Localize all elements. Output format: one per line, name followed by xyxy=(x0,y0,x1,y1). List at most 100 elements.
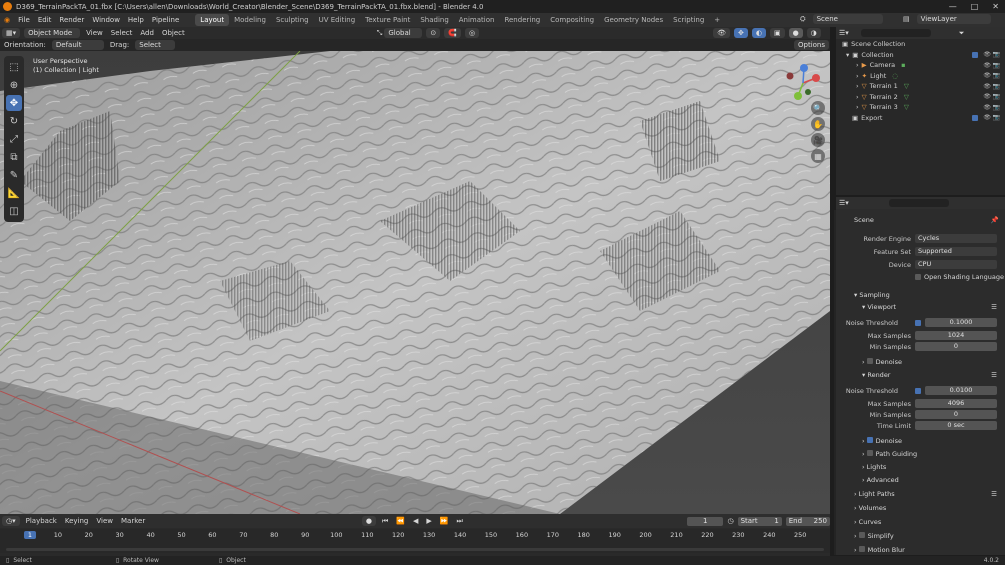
camera-view-icon[interactable]: 🎥 xyxy=(811,133,825,147)
outliner-editor-icon[interactable]: ☰▾ xyxy=(839,29,849,37)
render-camera-icon[interactable]: 📷 xyxy=(993,51,1000,58)
drag-dropdown[interactable]: Select Box xyxy=(135,40,176,59)
timeline-menu-view[interactable]: View xyxy=(92,517,117,525)
blender-menu-icon[interactable]: ◉ xyxy=(0,16,14,24)
measure-tool-icon[interactable]: 📐 xyxy=(6,185,22,201)
eye-icon[interactable]: 👁 xyxy=(983,114,991,121)
render-camera-icon[interactable]: 📷 xyxy=(993,114,1000,121)
outliner-item-collection[interactable]: ▾ ▣ Collection 👁 📷 xyxy=(836,50,1005,61)
vp-noise-threshold-field[interactable]: 0.1000 xyxy=(925,318,997,327)
r-noise-threshold-field[interactable]: 0.0100 xyxy=(925,386,997,395)
vp-max-samples-field[interactable]: 1024 xyxy=(915,331,997,340)
viewport-menu-add[interactable]: Add xyxy=(136,29,158,37)
timeline-menu-keying[interactable]: Keying xyxy=(61,517,93,525)
volumes-panel[interactable]: › Volumes xyxy=(854,504,886,512)
snap-icon[interactable]: 🧲 xyxy=(444,28,461,38)
orientation-dropdown[interactable]: Default xyxy=(51,40,104,50)
timeline-editor-icon[interactable]: ◷▾ xyxy=(2,516,20,526)
feature-set-dropdown[interactable]: Supported xyxy=(915,247,997,256)
object-mode-dropdown[interactable]: Object Mode xyxy=(24,28,81,38)
preset-list-icon[interactable]: ☰ xyxy=(991,303,997,311)
light-paths-panel[interactable]: › Light Paths xyxy=(854,490,895,498)
eye-icon[interactable]: 👁 xyxy=(983,62,991,69)
curves-panel[interactable]: › Curves xyxy=(854,518,881,526)
simplify-panel[interactable]: › Simplify xyxy=(854,531,894,540)
sampling-panel[interactable]: ▾ Sampling xyxy=(854,291,890,299)
preset-list-icon[interactable]: ☰ xyxy=(991,490,997,498)
motion-blur-panel[interactable]: › Motion Blur xyxy=(854,545,905,554)
close-icon[interactable]: ✕ xyxy=(992,2,999,11)
jump-key-forward-icon[interactable]: ⏩ xyxy=(436,517,453,525)
transform-orientation-dropdown[interactable]: Global xyxy=(384,28,423,38)
overlay-icon[interactable]: ◐ xyxy=(751,28,766,38)
viewport-menu-object[interactable]: Object xyxy=(158,29,189,37)
workspace-tab-sculpting[interactable]: Sculpting xyxy=(271,14,314,26)
outliner-item-light[interactable]: › ✦ Light ◌ 👁 📷 xyxy=(836,71,1005,82)
gizmo-icon[interactable]: ✥ xyxy=(733,28,748,38)
record-icon[interactable]: ● xyxy=(361,516,376,526)
device-dropdown[interactable]: CPU xyxy=(915,260,997,269)
r-min-samples-field[interactable]: 0 xyxy=(915,410,997,419)
jump-key-back-icon[interactable]: ⏪ xyxy=(392,517,409,525)
workspace-tab-geometry-nodes[interactable]: Geometry Nodes xyxy=(599,14,668,26)
lights-subpanel[interactable]: › Lights xyxy=(862,463,886,471)
eye-icon[interactable]: 👁 xyxy=(983,51,991,58)
properties-search-input[interactable] xyxy=(888,199,949,207)
render-camera-icon[interactable]: 📷 xyxy=(993,104,1000,111)
pan-hand-icon[interactable]: ✋ xyxy=(811,117,825,131)
move-tool-icon[interactable]: ✥ xyxy=(6,95,22,111)
view-layer-name[interactable]: ViewLayer xyxy=(916,14,991,24)
render-camera-icon[interactable]: 📷 xyxy=(993,62,1000,69)
workspace-tab-texture-paint[interactable]: Texture Paint xyxy=(360,14,415,26)
path-guiding-subpanel[interactable]: › Path Guiding xyxy=(862,449,917,458)
cursor-tool-icon[interactable]: ⊕ xyxy=(6,77,22,93)
view-layer-selector[interactable]: ▤ ViewLayer xyxy=(903,14,993,24)
ortho-grid-icon[interactable]: ▦ xyxy=(811,149,825,163)
menu-pipeline[interactable]: Pipeline xyxy=(148,16,183,24)
outliner-item-export[interactable]: ▣ Export 👁 📷 xyxy=(836,113,1005,124)
time-limit-field[interactable]: 0 sec xyxy=(915,421,997,430)
exclude-checkbox[interactable] xyxy=(972,114,978,121)
render-engine-dropdown[interactable]: Cycles xyxy=(915,234,997,243)
pin-icon[interactable]: 📌 xyxy=(991,216,999,224)
menu-edit[interactable]: Edit xyxy=(34,16,56,24)
scene-selector[interactable]: ⛭ Scene xyxy=(800,14,885,24)
osl-checkbox[interactable]: Open Shading Language xyxy=(915,273,1004,281)
outliner-item-terrain-2[interactable]: › ▽ Terrain 2 ▽ 👁 📷 xyxy=(836,92,1005,103)
advanced-subpanel[interactable]: › Advanced xyxy=(862,476,899,484)
r-denoise-subpanel[interactable]: › Denoise xyxy=(862,436,902,445)
shading-solid-icon[interactable]: ● xyxy=(788,28,803,38)
workspace-tab-rendering[interactable]: Rendering xyxy=(499,14,545,26)
outliner-item-terrain-3[interactable]: › ▽ Terrain 3 ▽ 👁 📷 xyxy=(836,102,1005,113)
menu-help[interactable]: Help xyxy=(124,16,148,24)
menu-render[interactable]: Render xyxy=(55,16,88,24)
menu-file[interactable]: File xyxy=(14,16,34,24)
viewport-subpanel[interactable]: ▾ Viewport xyxy=(862,303,896,311)
filter-icon[interactable]: ⏷ xyxy=(959,29,965,38)
play-reverse-icon[interactable]: ◀ xyxy=(409,517,422,525)
eye-icon[interactable]: 👁 xyxy=(983,104,991,111)
r-noise-threshold-checkbox[interactable] xyxy=(915,387,921,394)
zoom-icon[interactable]: 🔍 xyxy=(811,101,825,115)
render-camera-icon[interactable]: 📷 xyxy=(993,72,1000,79)
render-subpanel[interactable]: ▾ Render xyxy=(862,371,890,379)
workspace-tab-uv-editing[interactable]: UV Editing xyxy=(314,14,361,26)
menu-window[interactable]: Window xyxy=(88,16,124,24)
eye-icon[interactable]: 👁 xyxy=(983,72,991,79)
vp-min-samples-field[interactable]: 0 xyxy=(915,342,997,351)
visibility-icon[interactable]: 👁 xyxy=(713,28,730,38)
outliner-scene-collection[interactable]: ▣ Scene Collection xyxy=(836,39,1005,50)
3d-viewport[interactable]: User Perspective (1) Collection | Light xyxy=(0,51,830,514)
add-workspace-icon[interactable]: + xyxy=(709,14,725,26)
workspace-tab-animation[interactable]: Animation xyxy=(454,14,500,26)
timeline-scrollbar[interactable] xyxy=(6,548,824,551)
maximize-icon[interactable]: □ xyxy=(971,2,979,11)
workspace-tab-scripting[interactable]: Scripting xyxy=(668,14,709,26)
timeline-menu-playback[interactable]: Playback xyxy=(22,517,61,525)
annotate-tool-icon[interactable]: ✎ xyxy=(6,167,22,183)
workspace-tab-modeling[interactable]: Modeling xyxy=(229,14,271,26)
minimize-icon[interactable]: — xyxy=(949,2,957,11)
play-icon[interactable]: ▶ xyxy=(422,517,435,525)
shading-material-icon[interactable]: ◑ xyxy=(806,28,821,38)
xray-icon[interactable]: ▣ xyxy=(769,28,785,38)
